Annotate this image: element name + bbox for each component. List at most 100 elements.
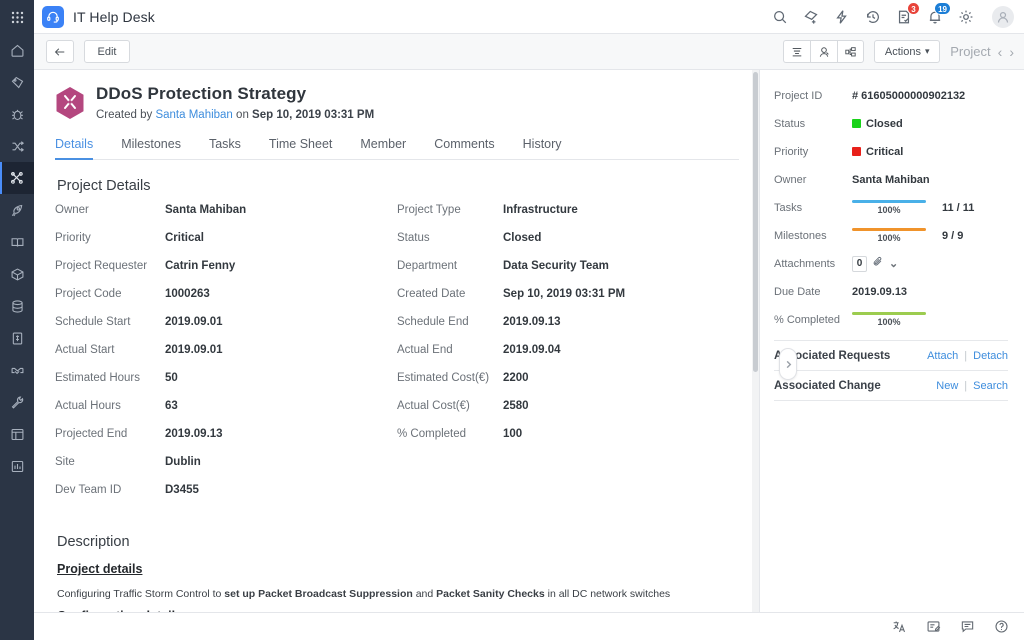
- actions-dropdown[interactable]: Actions ▾: [874, 40, 940, 63]
- avatar[interactable]: [992, 6, 1014, 28]
- scrollbar-thumb[interactable]: [753, 72, 758, 372]
- sidebar-item-contracts[interactable]: [0, 354, 34, 386]
- detail-label: Dev Team ID: [55, 484, 165, 496]
- attachment-count[interactable]: 0: [852, 256, 867, 272]
- detail-label: % Completed: [397, 428, 503, 440]
- sidebar-item-problems[interactable]: [0, 98, 34, 130]
- chevron-down-icon[interactable]: ⌄: [889, 257, 898, 270]
- tab-details[interactable]: Details: [55, 137, 93, 160]
- new-link[interactable]: New: [936, 380, 958, 392]
- sidebar-item-solutions[interactable]: [0, 226, 34, 258]
- sidebar-item-purchase[interactable]: [0, 322, 34, 354]
- app-grid-icon: [11, 11, 24, 24]
- detail-value: Sep 10, 2019 03:31 PM: [503, 288, 625, 300]
- dependency-tree-icon[interactable]: [837, 40, 864, 63]
- detail-value: 2019.09.13: [165, 428, 223, 440]
- desc-bold: set up: [224, 588, 258, 600]
- sidebar-item-assets[interactable]: [0, 258, 34, 290]
- sidebar-item-reports[interactable]: [0, 450, 34, 482]
- sidebar-item-releases[interactable]: [0, 194, 34, 226]
- back-button[interactable]: [46, 40, 74, 63]
- detail-row: Actual End2019.09.04: [397, 344, 739, 372]
- priority-color-swatch: [852, 147, 861, 156]
- headset-icon: [46, 10, 60, 24]
- summary-label: Attachments: [774, 258, 852, 270]
- sidebar-item-home[interactable]: [0, 34, 34, 66]
- desc-bold: Packet Sanity Checks: [436, 588, 545, 600]
- detail-value: Dublin: [165, 456, 201, 468]
- back-arrow-icon: [53, 45, 67, 59]
- add-tag-icon[interactable]: [802, 8, 820, 26]
- edit-button[interactable]: Edit: [84, 40, 130, 63]
- app-grid-button[interactable]: [0, 0, 34, 34]
- search-icon[interactable]: [771, 8, 789, 26]
- quick-actions-icon[interactable]: [833, 8, 851, 26]
- chevron-right-icon[interactable]: ›: [1009, 44, 1014, 60]
- project-header: DDoS Protection Strategy Created by Sant…: [55, 84, 739, 121]
- detail-value: Closed: [503, 232, 541, 244]
- sidebar-item-requests[interactable]: [0, 66, 34, 98]
- main-scrollbar[interactable]: [752, 70, 759, 612]
- sidebar-item-cmdb[interactable]: [0, 290, 34, 322]
- chart-icon: [10, 459, 25, 474]
- list-view-icon[interactable]: [783, 40, 810, 63]
- view-toggle-group: [783, 40, 864, 63]
- tab-comments[interactable]: Comments: [434, 137, 494, 160]
- sidebar-item-projects[interactable]: [0, 162, 34, 194]
- detail-label: Projected End: [55, 428, 165, 440]
- tab-milestones[interactable]: Milestones: [121, 137, 181, 160]
- tab-time-sheet[interactable]: Time Sheet: [269, 137, 332, 160]
- paperclip-icon[interactable]: [872, 256, 884, 271]
- note-edit-icon[interactable]: [925, 618, 942, 635]
- translate-icon[interactable]: [891, 618, 908, 635]
- tasks-progress-bar: [852, 200, 926, 203]
- sidebar-item-admin[interactable]: [0, 386, 34, 418]
- detail-label: Actual End: [397, 344, 503, 356]
- detail-row: Project TypeInfrastructure: [397, 204, 739, 232]
- desc-bold: Packet Broadcast Suppression: [258, 588, 413, 600]
- content-area: DDoS Protection Strategy Created by Sant…: [34, 70, 1024, 612]
- attach-link[interactable]: Attach: [927, 350, 958, 362]
- approvals-badge: 3: [907, 2, 920, 15]
- help-icon[interactable]: [993, 618, 1010, 635]
- created-by-link[interactable]: Santa Mahiban: [155, 109, 232, 121]
- detail-label: Actual Start: [55, 344, 165, 356]
- tab-tasks[interactable]: Tasks: [209, 137, 241, 160]
- chevron-left-icon[interactable]: ‹: [998, 44, 1003, 60]
- actions-label: Actions: [885, 46, 921, 58]
- sidebar-item-dashboards[interactable]: [0, 418, 34, 450]
- summary-row-project-id: Project ID # 61605000000902132: [774, 84, 1008, 107]
- action-divider: |: [964, 350, 967, 362]
- details-left-column: OwnerSanta Mahiban PriorityCritical Proj…: [55, 204, 397, 512]
- notifications-bell-icon[interactable]: 19: [926, 8, 944, 26]
- detach-link[interactable]: Detach: [973, 350, 1008, 362]
- settings-gear-icon[interactable]: [957, 8, 975, 26]
- book-icon: [10, 235, 25, 250]
- detail-row: Schedule Start2019.09.01: [55, 316, 397, 344]
- summary-row-priority: Priority Critical: [774, 140, 1008, 163]
- associated-change-label: Associated Change: [774, 380, 936, 392]
- status-badge: Closed: [852, 118, 903, 130]
- associated-requests-row: Associated Requests Attach | Detach: [774, 341, 1008, 371]
- detail-row: Actual Hours63: [55, 400, 397, 428]
- detail-label: Schedule End: [397, 316, 503, 328]
- completed-progress-percent: 100%: [852, 317, 926, 327]
- summary-label: % Completed: [774, 314, 852, 326]
- brand[interactable]: IT Help Desk: [42, 6, 155, 28]
- milestones-count: 9 / 9: [942, 230, 963, 242]
- tab-history[interactable]: History: [523, 137, 562, 160]
- sidebar-item-changes[interactable]: [0, 130, 34, 162]
- assign-technician-icon[interactable]: [810, 40, 837, 63]
- desc-text: in all DC network switches: [545, 588, 670, 600]
- search-link[interactable]: Search: [973, 380, 1008, 392]
- wrench-icon: [10, 395, 25, 410]
- approvals-icon[interactable]: 3: [895, 8, 913, 26]
- history-icon[interactable]: [864, 8, 882, 26]
- chat-icon[interactable]: [959, 618, 976, 635]
- layout-icon: [10, 427, 25, 442]
- associated-change-row: Associated Change New | Search: [774, 371, 1008, 401]
- detail-row: SiteDublin: [55, 456, 397, 484]
- tab-member[interactable]: Member: [360, 137, 406, 160]
- description-subheading-1: Project details: [57, 562, 739, 576]
- panel-collapse-toggle[interactable]: [779, 348, 797, 380]
